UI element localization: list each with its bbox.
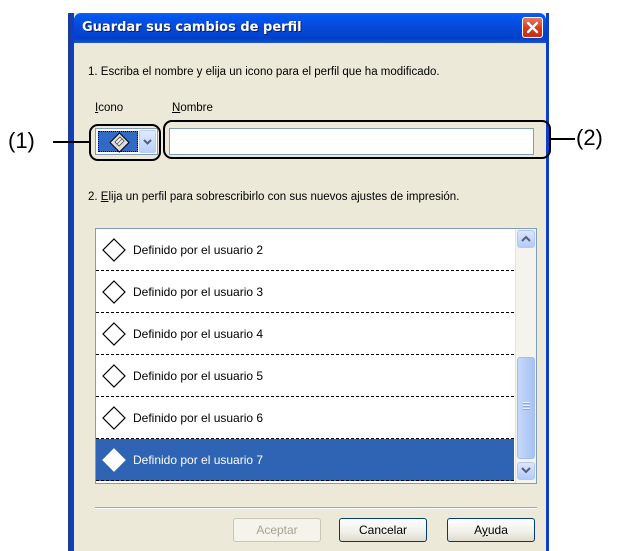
callout-box-name <box>163 120 551 159</box>
save-profile-dialog: Guardar sus cambios de perfil 1. Escriba… <box>71 13 549 551</box>
name-label-text: ombre <box>180 102 213 114</box>
scroll-thumb[interactable] <box>517 357 535 459</box>
profile-item[interactable]: Definido por el usuario 4 <box>96 313 514 355</box>
profile-item[interactable]: Definido por el usuario 5 <box>96 355 514 397</box>
profile-item[interactable]: Definido por el usuario 6 <box>96 397 514 439</box>
accept-button[interactable]: Aceptar <box>233 518 321 542</box>
scroll-grip <box>523 402 530 411</box>
callout-label-1: (1) <box>8 128 35 153</box>
help-button-text-start: A <box>474 523 482 537</box>
profile-item[interactable]: Definido por el usuario 3 <box>96 271 514 313</box>
diamond-icon <box>102 447 126 472</box>
profile-item-label: Definido por el usuario 3 <box>133 284 264 299</box>
dialog-title: Guardar sus cambios de perfil <box>82 20 302 35</box>
callout-label-2: (2) <box>576 125 603 150</box>
profile-item-label: Definido por el usuario 6 <box>133 410 264 425</box>
diamond-icon <box>102 405 126 430</box>
step2-prefix: 2. <box>88 191 101 203</box>
button-separator <box>95 507 537 509</box>
profile-item-label: Definido por el usuario 7 <box>133 452 264 467</box>
callout-line-left <box>53 141 89 143</box>
help-button[interactable]: Ayuda <box>447 518 535 542</box>
chevron-up-icon <box>521 235 531 242</box>
profile-list-rows: Definido por el usuario 2 Definido por e… <box>96 229 514 481</box>
callout-box-icon <box>89 124 161 161</box>
callout-line-right <box>551 138 575 140</box>
title-bar[interactable]: Guardar sus cambios de perfil <box>74 13 546 43</box>
profile-list[interactable]: Definido por el usuario 2 Definido por e… <box>95 228 537 484</box>
cancel-button[interactable]: Cancelar <box>339 518 427 542</box>
icon-label-text: cono <box>98 102 124 114</box>
diamond-icon <box>102 363 126 388</box>
profile-item-selected[interactable]: Definido por el usuario 7 <box>96 439 514 481</box>
chevron-down-icon <box>521 467 531 474</box>
diamond-icon <box>102 237 126 262</box>
step2-text: lija un perfil para sobrescribirlo con s… <box>108 191 460 203</box>
scroll-down-button[interactable] <box>517 462 535 480</box>
step1-instruction: 1. Escriba el nombre y elija un icono pa… <box>88 66 440 78</box>
profile-item-label: Definido por el usuario 5 <box>133 368 264 383</box>
scroll-up-button[interactable] <box>517 230 535 248</box>
name-label: Nombre <box>172 102 213 114</box>
icon-label: Icono <box>95 102 123 114</box>
close-icon <box>526 21 539 34</box>
profile-item-label: Definido por el usuario 4 <box>133 326 264 341</box>
vertical-scrollbar[interactable] <box>515 229 536 483</box>
profile-item[interactable]: Definido por el usuario 2 <box>96 229 514 271</box>
close-button[interactable] <box>522 17 543 38</box>
help-button-text-end: uda <box>487 523 508 537</box>
step2-instruction: 2. Elija un perfil para sobrescribirlo c… <box>88 191 459 203</box>
diamond-icon <box>102 279 126 304</box>
diamond-icon <box>102 321 126 346</box>
profile-item-label: Definido por el usuario 2 <box>133 242 264 257</box>
